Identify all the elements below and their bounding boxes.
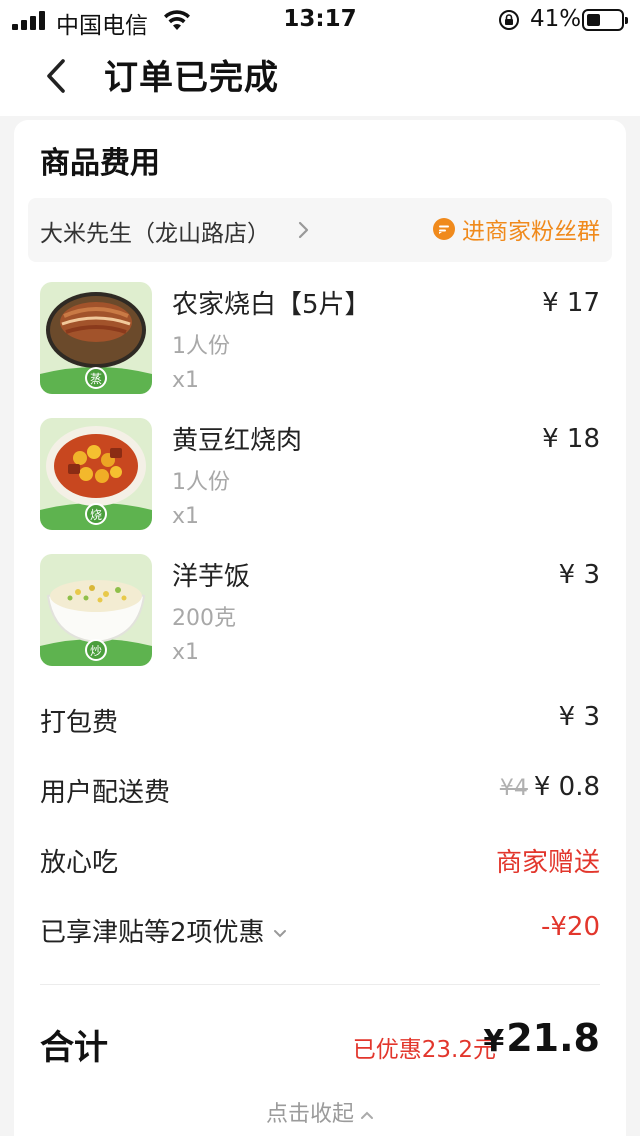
chevron-right-icon <box>298 221 309 239</box>
dish-badge: 烧 <box>90 508 102 522</box>
back-button[interactable] <box>30 50 82 102</box>
dish-image: 蒸 <box>40 282 152 394</box>
shop-name: 大米先生（龙山路店） <box>40 221 270 247</box>
currency-symbol: ¥ <box>483 1024 505 1059</box>
item-qty: x1 <box>172 368 200 393</box>
item-price: ¥ 17 <box>542 288 600 318</box>
dish-badge: 蒸 <box>90 372 102 386</box>
fee-label: 放心吃 <box>40 848 119 878</box>
delivery-fee-row: 用户配送费 ¥4 ¥ 0.8 <box>40 772 600 812</box>
list-item[interactable]: 烧 黄豆红烧肉 1人份 x1 ¥ 18 <box>40 418 600 534</box>
chat-bubble-icon <box>433 218 455 240</box>
item-qty: x1 <box>172 640 200 665</box>
item-name: 洋芋饭 <box>172 562 251 592</box>
total-saved: 已优惠23.2元 <box>352 1037 496 1063</box>
packaging-fee-row: 打包费 ¥ 3 <box>40 702 600 742</box>
collapse-button[interactable]: 点击收起 <box>14 1096 626 1128</box>
total-value: 21.8 <box>506 1016 600 1060</box>
status-bar: 中国电信 13:17 41% <box>0 0 640 40</box>
total-amount: ¥21.8 <box>483 1016 600 1060</box>
fee-label: 用户配送费 <box>40 778 171 808</box>
fee-label: 打包费 <box>40 708 119 738</box>
fans-group-label: 进商家粉丝群 <box>462 219 600 245</box>
safe-eat-row: 放心吃 商家赠送 <box>40 842 600 882</box>
collapse-label: 点击收起 <box>265 1102 354 1127</box>
fee-value: -¥20 <box>540 912 600 942</box>
discounted-fee: ¥ 0.8 <box>533 772 600 802</box>
list-item[interactable]: 蒸 农家烧白【5片】 1人份 x1 ¥ 17 <box>40 282 600 398</box>
item-name: 农家烧白【5片】 <box>172 290 371 320</box>
chevron-down-icon <box>273 929 286 937</box>
shop-row[interactable]: 大米先生（龙山路店） 进商家粉丝群 <box>28 198 612 262</box>
chevron-left-icon <box>47 59 65 93</box>
dish-badge: 炒 <box>90 644 102 658</box>
total-label: 合计 <box>40 1028 108 1068</box>
item-spec: 200克 <box>172 606 236 631</box>
dish-image: 炒 <box>40 554 152 666</box>
item-spec: 1人份 <box>172 334 230 359</box>
item-price: ¥ 3 <box>558 560 600 590</box>
discount-label: 已享津贴等2项优惠 <box>40 918 265 948</box>
original-fee: ¥4 <box>499 776 528 801</box>
rotation-lock-icon <box>499 10 519 30</box>
item-name: 黄豆红烧肉 <box>172 426 303 456</box>
chevron-up-icon <box>361 1111 373 1119</box>
section-title: 商品费用 <box>40 146 160 181</box>
page-title: 订单已完成 <box>104 58 279 98</box>
list-item[interactable]: 炒 洋芋饭 200克 x1 ¥ 3 <box>40 554 600 670</box>
divider <box>40 984 600 985</box>
fee-label: 已享津贴等2项优惠 <box>40 912 287 949</box>
fee-value: ¥ 3 <box>558 702 600 732</box>
nav-bar: 订单已完成 <box>0 40 640 116</box>
battery-percent: 41% <box>530 6 582 32</box>
item-spec: 1人份 <box>172 470 230 495</box>
discount-row[interactable]: 已享津贴等2项优惠 -¥20 <box>40 912 600 952</box>
battery-icon <box>582 9 628 31</box>
item-qty: x1 <box>172 504 200 529</box>
fans-group-button[interactable]: 进商家粉丝群 <box>432 212 600 246</box>
fee-value: 商家赠送 <box>495 848 600 878</box>
fee-value: ¥4 ¥ 0.8 <box>500 772 600 802</box>
dish-image: 烧 <box>40 418 152 530</box>
item-price: ¥ 18 <box>542 424 600 454</box>
order-fee-card: 商品费用 大米先生（龙山路店） 进商家粉丝群 蒸 农家烧白【5片】 1人份 x1… <box>14 120 626 1136</box>
